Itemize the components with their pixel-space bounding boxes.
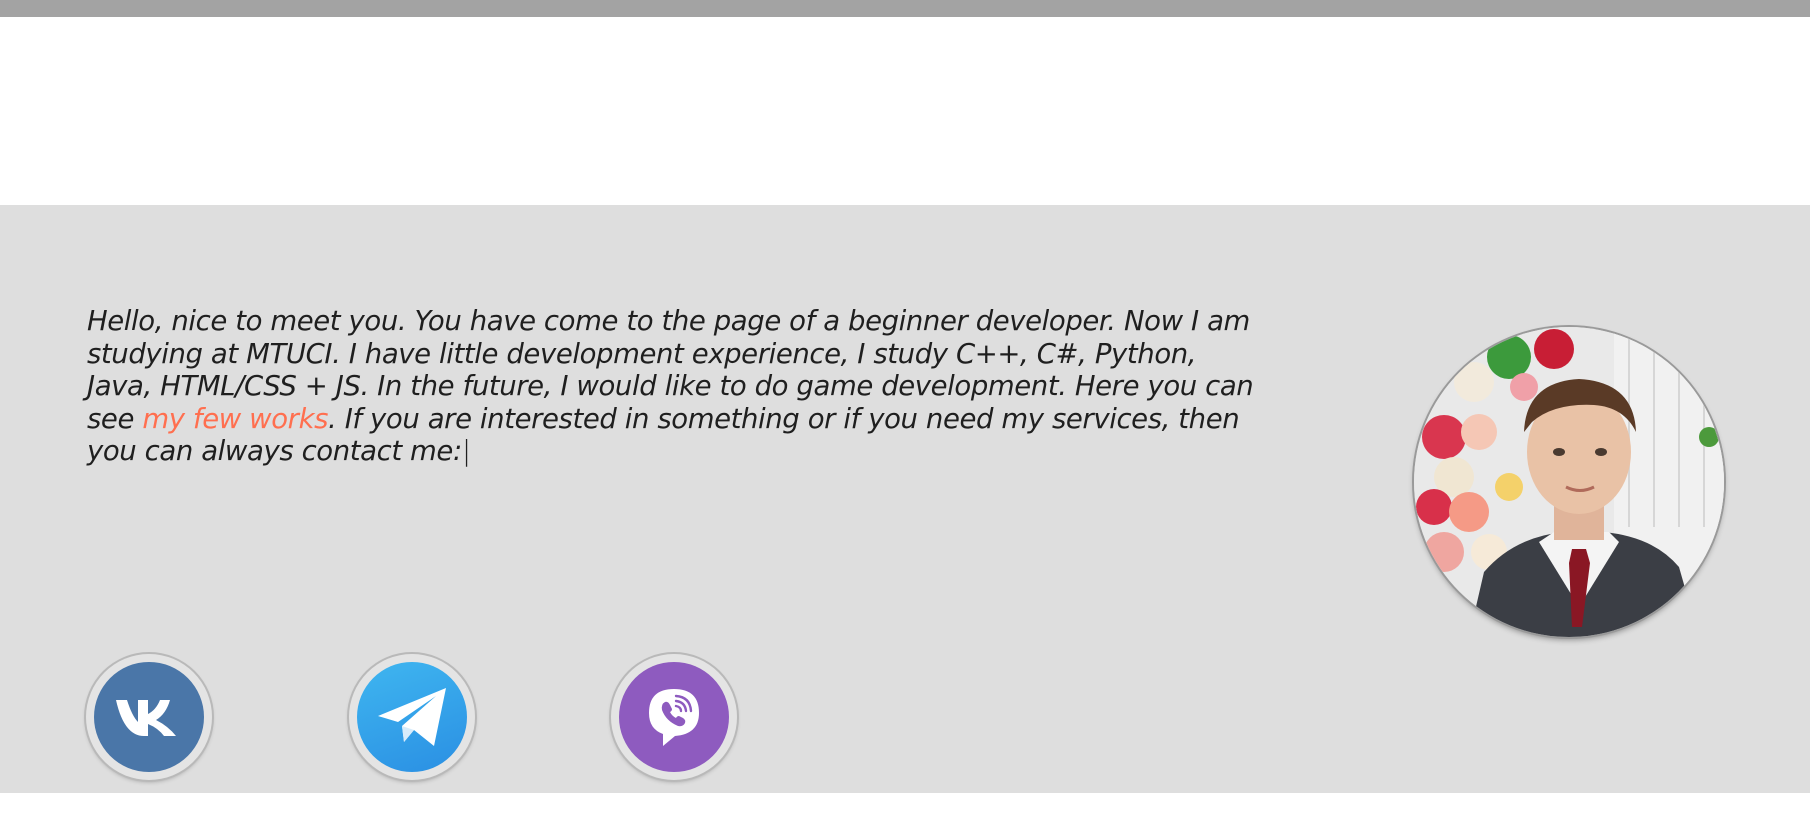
header-area: [0, 17, 1810, 205]
about-section: Hello, nice to meet you. You have come t…: [0, 205, 1810, 793]
viber-circle: [619, 662, 729, 772]
footer-area: [0, 793, 1810, 836]
viber-button[interactable]: [611, 654, 737, 780]
bio-text: Hello, nice to meet you. You have come t…: [87, 305, 1257, 468]
viber-icon: [649, 689, 699, 746]
vk-circle: [94, 662, 204, 772]
works-link[interactable]: my few works: [142, 403, 328, 435]
text-caret: |: [461, 435, 471, 467]
profile-photo: [1414, 327, 1724, 637]
top-bar: [0, 0, 1810, 17]
telegram-button[interactable]: [349, 654, 475, 780]
vk-icon: [116, 700, 176, 736]
telegram-circle: [357, 662, 467, 772]
avatar: [1414, 327, 1724, 637]
vk-button[interactable]: [86, 654, 212, 780]
telegram-icon: [378, 688, 446, 746]
